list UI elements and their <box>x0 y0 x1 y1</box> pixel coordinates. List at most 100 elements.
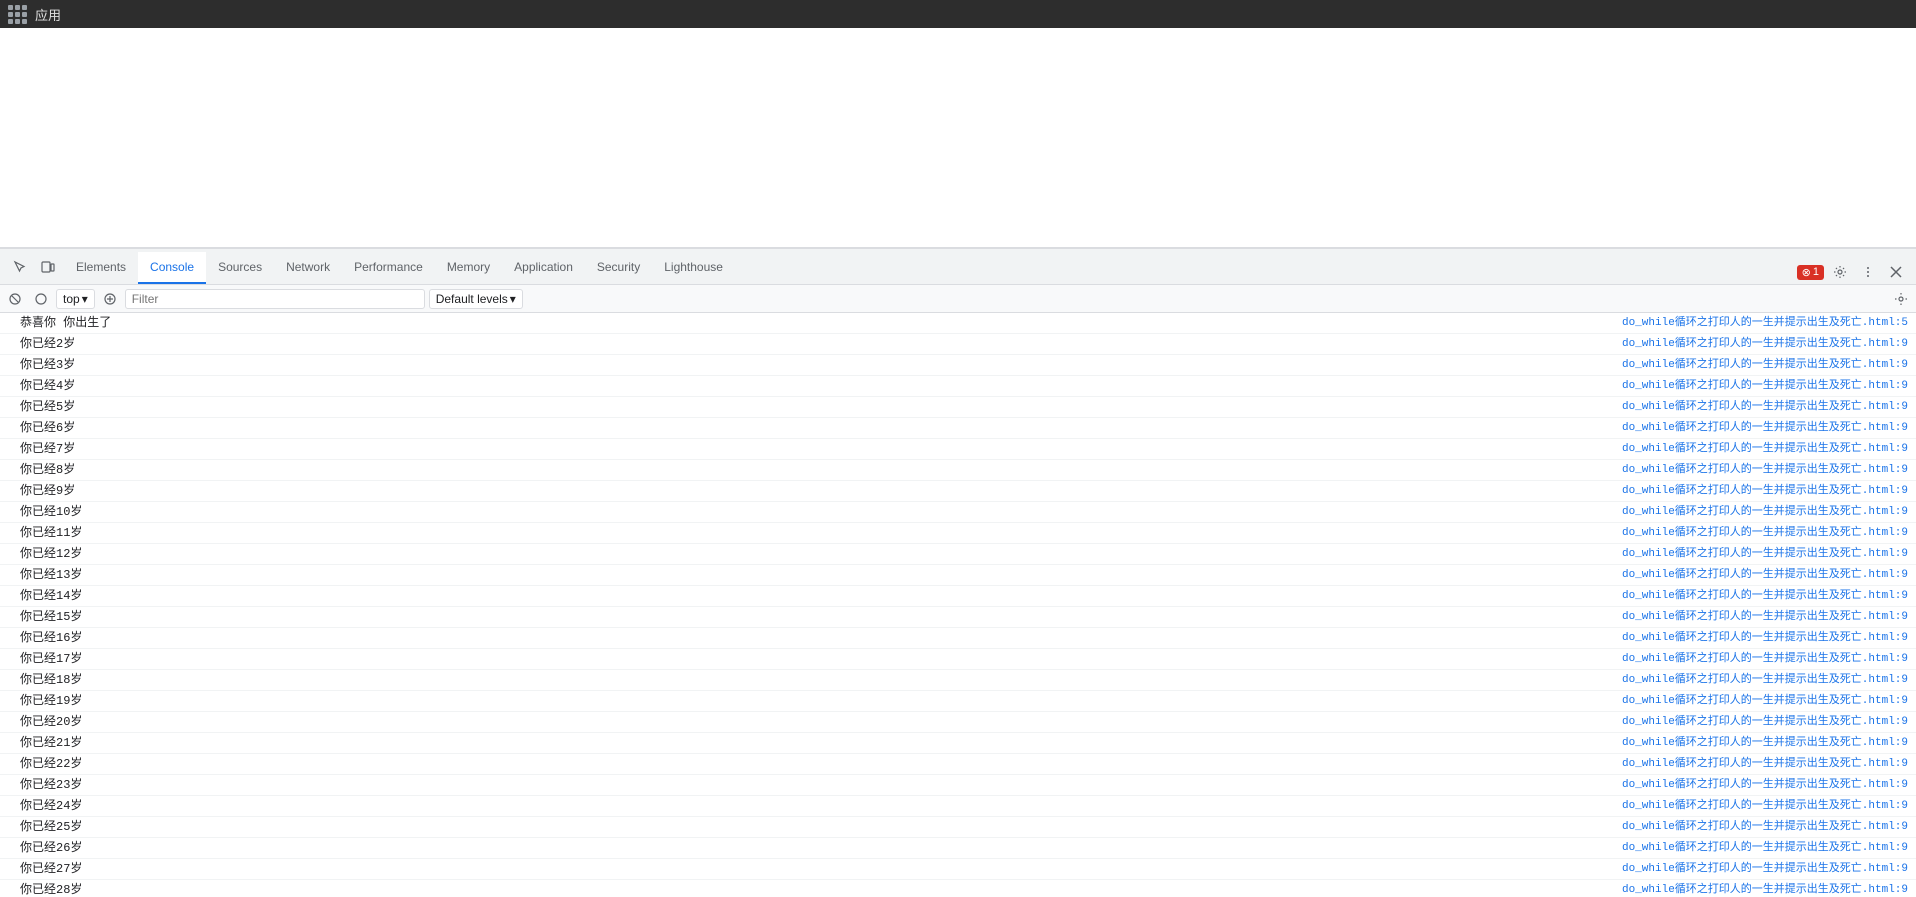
console-text: 你已经15岁 <box>20 608 82 626</box>
console-row: 你已经7岁 do_while循环之打印人的一生并提示出生及死亡.html:9 <box>0 439 1916 460</box>
tab-security[interactable]: Security <box>585 252 652 284</box>
tab-security-label: Security <box>597 260 640 274</box>
console-source-link[interactable]: do_while循环之打印人的一生并提示出生及死亡.html:9 <box>1622 335 1908 353</box>
console-row: 你已经25岁 do_while循环之打印人的一生并提示出生及死亡.html:9 <box>0 817 1916 838</box>
console-source-link[interactable]: do_while循环之打印人的一生并提示出生及死亡.html:9 <box>1622 587 1908 605</box>
console-source-link[interactable]: do_while循环之打印人的一生并提示出生及死亡.html:9 <box>1622 629 1908 647</box>
console-source-link[interactable]: do_while循环之打印人的一生并提示出生及死亡.html:9 <box>1622 734 1908 752</box>
more-options-icon[interactable] <box>1856 260 1880 284</box>
levels-dropdown-icon: ▾ <box>510 292 516 306</box>
console-source-link[interactable]: do_while循环之打印人的一生并提示出生及死亡.html:9 <box>1622 797 1908 815</box>
console-row: 你已经15岁 do_while循环之打印人的一生并提示出生及死亡.html:9 <box>0 607 1916 628</box>
console-source-link[interactable]: do_while循环之打印人的一生并提示出生及死亡.html:9 <box>1622 377 1908 395</box>
console-text: 你已经25岁 <box>20 818 82 836</box>
console-row: 你已经24岁do_while循环之打印人的一生并提示出生及死亡.html:9 <box>0 796 1916 817</box>
filter-input[interactable] <box>125 289 425 309</box>
console-text: 你已经12岁 <box>20 545 82 563</box>
clear-console-icon[interactable] <box>4 288 26 310</box>
console-source-link[interactable]: do_while循环之打印人的一生并提示出生及死亡.html:9 <box>1622 818 1908 836</box>
tab-lighthouse-label: Lighthouse <box>664 260 723 274</box>
console-source-link[interactable]: do_while循环之打印人的一生并提示出生及死亡.html:5 <box>1622 314 1908 332</box>
close-devtools-icon[interactable] <box>1884 260 1908 284</box>
console-row: 你已经3岁 do_while循环之打印人的一生并提示出生及死亡.html:9 <box>0 355 1916 376</box>
show-network-icon[interactable] <box>99 288 121 310</box>
inspect-element-icon[interactable] <box>8 255 32 279</box>
console-text: 你已经13岁 <box>20 566 82 584</box>
console-row: 你已经28岁 do_while循环之打印人的一生并提示出生及死亡.html:9 <box>0 880 1916 897</box>
tab-lighthouse[interactable]: Lighthouse <box>652 252 735 284</box>
console-text: 你已经17岁 <box>20 650 82 668</box>
console-source-link[interactable]: do_while循环之打印人的一生并提示出生及死亡.html:9 <box>1622 482 1908 500</box>
tab-performance[interactable]: Performance <box>342 252 435 284</box>
console-row: 恭喜你 你出生了 do_while循环之打印人的一生并提示出生及死亡.html:… <box>0 313 1916 334</box>
console-source-link[interactable]: do_while循环之打印人的一生并提示出生及死亡.html:9 <box>1622 356 1908 374</box>
context-dropdown-icon: ▾ <box>82 292 88 306</box>
console-text: 你已经3岁 <box>20 356 75 374</box>
tab-application[interactable]: Application <box>502 252 585 284</box>
console-source-link[interactable]: do_while循环之打印人的一生并提示出生及死亡.html:9 <box>1622 566 1908 584</box>
console-source-link[interactable]: do_while循环之打印人的一生并提示出生及死亡.html:9 <box>1622 860 1908 878</box>
console-source-link[interactable]: do_while循环之打印人的一生并提示出生及死亡.html:9 <box>1622 398 1908 416</box>
preserve-log-icon[interactable] <box>30 288 52 310</box>
console-source-link[interactable]: do_while循环之打印人的一生并提示出生及死亡.html:9 <box>1622 692 1908 710</box>
console-row: 你已经5岁do_while循环之打印人的一生并提示出生及死亡.html:9 <box>0 397 1916 418</box>
console-source-link[interactable]: do_while循环之打印人的一生并提示出生及死亡.html:9 <box>1622 881 1908 897</box>
console-source-link[interactable]: do_while循环之打印人的一生并提示出生及死亡.html:9 <box>1622 545 1908 563</box>
console-source-link[interactable]: do_while循环之打印人的一生并提示出生及死亡.html:9 <box>1622 503 1908 521</box>
console-source-link[interactable]: do_while循环之打印人的一生并提示出生及死亡.html:9 <box>1622 461 1908 479</box>
tab-right-icons: ⊗ 1 <box>1797 260 1912 284</box>
tab-memory[interactable]: Memory <box>435 252 502 284</box>
console-row: 你已经10岁 do_while循环之打印人的一生并提示出生及死亡.html:9 <box>0 502 1916 523</box>
tab-performance-label: Performance <box>354 260 423 274</box>
console-source-link[interactable]: do_while循环之打印人的一生并提示出生及死亡.html:9 <box>1622 440 1908 458</box>
tab-elements[interactable]: Elements <box>64 252 138 284</box>
console-source-link[interactable]: do_while循环之打印人的一生并提示出生及死亡.html:9 <box>1622 713 1908 731</box>
console-text: 你已经10岁 <box>20 503 82 521</box>
console-source-link[interactable]: do_while循环之打印人的一生并提示出生及死亡.html:9 <box>1622 419 1908 437</box>
console-text: 你已经7岁 <box>20 440 75 458</box>
context-value: top <box>63 292 80 306</box>
console-row: 你已经12岁 do_while循环之打印人的一生并提示出生及死亡.html:9 <box>0 544 1916 565</box>
console-source-link[interactable]: do_while循环之打印人的一生并提示出生及死亡.html:9 <box>1622 839 1908 857</box>
console-row: 你已经23岁do_while循环之打印人的一生并提示出生及死亡.html:9 <box>0 775 1916 796</box>
error-badge[interactable]: ⊗ 1 <box>1797 265 1824 280</box>
settings-icon[interactable] <box>1828 260 1852 284</box>
console-row: 你已经20岁do_while循环之打印人的一生并提示出生及死亡.html:9 <box>0 712 1916 733</box>
console-source-link[interactable]: do_while循环之打印人的一生并提示出生及死亡.html:9 <box>1622 776 1908 794</box>
console-row: 你已经11岁 do_while循环之打印人的一生并提示出生及死亡.html:9 <box>0 523 1916 544</box>
error-icon: ⊗ <box>1802 266 1811 279</box>
device-toolbar-icon[interactable] <box>36 255 60 279</box>
console-text: 你已经21岁 <box>20 734 82 752</box>
console-text: 你已经27岁 <box>20 860 82 878</box>
console-source-link[interactable]: do_while循环之打印人的一生并提示出生及死亡.html:9 <box>1622 671 1908 689</box>
console-output[interactable]: 恭喜你 你出生了 do_while循环之打印人的一生并提示出生及死亡.html:… <box>0 313 1916 897</box>
console-text: 你已经4岁 <box>20 377 75 395</box>
devtools-tabs: Elements Console Sources Network Perform… <box>0 249 1916 285</box>
console-source-link[interactable]: do_while循环之打印人的一生并提示出生及死亡.html:9 <box>1622 524 1908 542</box>
console-row: 你已经22岁do_while循环之打印人的一生并提示出生及死亡.html:9 <box>0 754 1916 775</box>
levels-selector[interactable]: Default levels ▾ <box>429 289 523 309</box>
top-bar: 应用 <box>0 0 1916 28</box>
error-count: 1 <box>1813 266 1819 278</box>
console-row: 你已经27岁 do_while循环之打印人的一生并提示出生及死亡.html:9 <box>0 859 1916 880</box>
console-text: 你已经19岁 <box>20 692 82 710</box>
console-row: 你已经16岁do_while循环之打印人的一生并提示出生及死亡.html:9 <box>0 628 1916 649</box>
tab-console[interactable]: Console <box>138 252 206 284</box>
console-text: 恭喜你 你出生了 <box>20 314 111 332</box>
console-settings-icon[interactable] <box>1890 288 1912 310</box>
context-selector[interactable]: top ▾ <box>56 289 95 309</box>
console-source-link[interactable]: do_while循环之打印人的一生并提示出生及死亡.html:9 <box>1622 650 1908 668</box>
console-row: 你已经4岁 do_while循环之打印人的一生并提示出生及死亡.html:9 <box>0 376 1916 397</box>
app-label: 应用 <box>35 5 61 24</box>
console-source-link[interactable]: do_while循环之打印人的一生并提示出生及死亡.html:9 <box>1622 608 1908 626</box>
tab-network[interactable]: Network <box>274 252 342 284</box>
tab-elements-label: Elements <box>76 260 126 274</box>
console-text: 你已经28岁 <box>20 881 82 897</box>
console-row: 你已经14岁do_while循环之打印人的一生并提示出生及死亡.html:9 <box>0 586 1916 607</box>
console-text: 你已经11岁 <box>20 524 82 542</box>
console-source-link[interactable]: do_while循环之打印人的一生并提示出生及死亡.html:9 <box>1622 755 1908 773</box>
console-text: 你已经9岁 <box>20 482 75 500</box>
console-text: 你已经8岁 <box>20 461 75 479</box>
console-row: 你已经9岁 do_while循环之打印人的一生并提示出生及死亡.html:9 <box>0 481 1916 502</box>
tab-sources[interactable]: Sources <box>206 252 274 284</box>
